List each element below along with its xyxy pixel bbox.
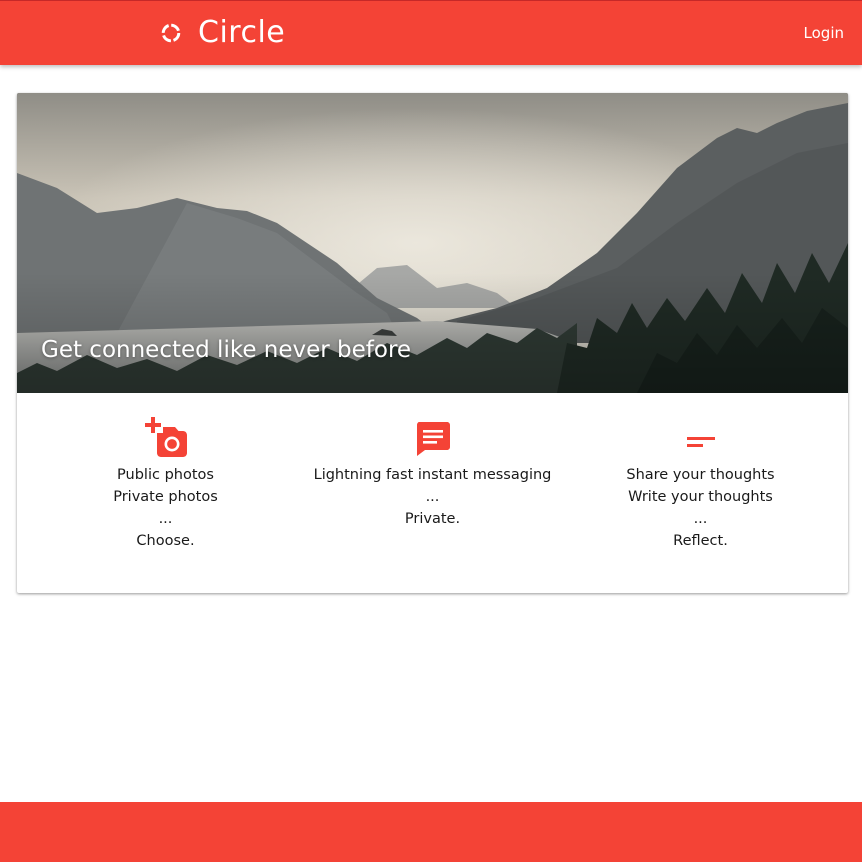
feature-line: Private photos bbox=[113, 489, 218, 505]
short-text-icon bbox=[686, 437, 715, 447]
feature-line: Public photos bbox=[117, 467, 214, 483]
feature-line: ... bbox=[425, 489, 440, 505]
feature-messaging: Lightning fast instant messaging ... Pri… bbox=[294, 417, 571, 530]
hero-image: Get connected like never before bbox=[17, 93, 848, 393]
footer-bar bbox=[0, 802, 862, 862]
login-link[interactable]: Login bbox=[804, 23, 844, 43]
feature-photos: Public photos Private photos ... Choose. bbox=[27, 417, 304, 552]
feature-line: Write your thoughts bbox=[628, 489, 773, 505]
hero-title: Get connected like never before bbox=[41, 337, 412, 363]
feature-line: Lightning fast instant messaging bbox=[313, 467, 552, 483]
features-row: Public photos Private photos ... Choose.… bbox=[17, 393, 848, 593]
circle-logo-icon bbox=[161, 23, 181, 43]
feature-thoughts: Share your thoughts Write your thoughts … bbox=[562, 417, 839, 552]
feature-line: ... bbox=[693, 511, 708, 527]
feature-line: Private. bbox=[404, 511, 461, 527]
top-app-bar: Circle Login bbox=[0, 0, 862, 65]
feature-line: Choose. bbox=[136, 533, 195, 549]
feature-line: Share your thoughts bbox=[626, 467, 775, 483]
feature-card: Get connected like never before Public p… bbox=[17, 93, 848, 593]
feature-line: ... bbox=[158, 511, 173, 527]
chat-message-icon bbox=[416, 422, 450, 456]
add-photo-camera-icon bbox=[144, 417, 187, 457]
feature-line: Reflect. bbox=[673, 533, 728, 549]
brand-name: Circle bbox=[198, 15, 286, 50]
brand[interactable]: Circle bbox=[160, 14, 285, 52]
